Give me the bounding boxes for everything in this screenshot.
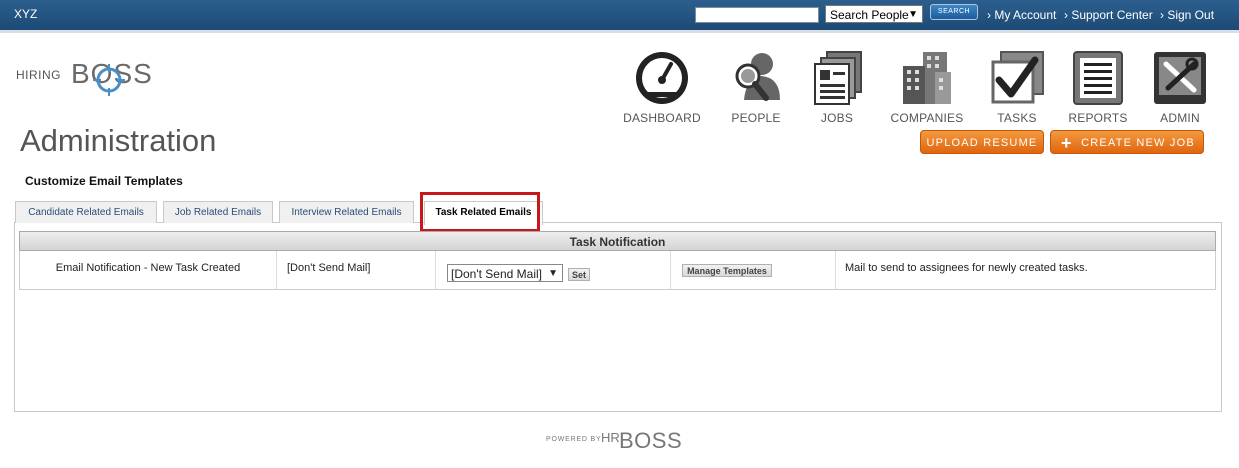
logo-target-icon: [93, 64, 125, 96]
nav-label: TASKS: [997, 111, 1037, 125]
search-scope-select[interactable]: Search People ▼: [825, 5, 923, 23]
search-input[interactable]: [695, 7, 819, 23]
search-scope-value: Search People: [830, 8, 909, 22]
dashboard-gauge-icon: [636, 52, 688, 104]
table-header: Task Notification: [19, 231, 1216, 251]
sign-out-link[interactable]: › Sign Out: [1160, 8, 1214, 22]
tasks-checkbox-icon: [991, 51, 1044, 104]
nav-jobs[interactable]: JOBS: [797, 50, 877, 125]
reports-document-icon: [1073, 51, 1123, 105]
footer-hr-text: HR: [601, 430, 620, 445]
tab-job-related-emails[interactable]: Job Related Emails: [163, 201, 273, 223]
powered-by-text: POWERED BY: [546, 436, 602, 443]
table-row: Email Notification - New Task Created [D…: [19, 251, 1216, 290]
nav-companies[interactable]: COMPANIES: [887, 50, 967, 125]
logo-hiring-text: HIRING: [16, 68, 61, 82]
footer-boss-text: BOSS: [619, 428, 683, 453]
template-select-value: [Don't Send Mail]: [451, 267, 543, 281]
template-select[interactable]: [Don't Send Mail] ▼: [447, 264, 563, 282]
nav-label: PEOPLE: [731, 111, 781, 125]
create-new-job-label: CREATE NEW JOB: [1081, 137, 1195, 149]
nav-dashboard[interactable]: DASHBOARD: [622, 50, 702, 125]
admin-tools-icon: [1154, 52, 1206, 104]
nav-label: ADMIN: [1160, 111, 1200, 125]
companies-buildings-icon: [903, 52, 951, 104]
search-button[interactable]: SEARCH: [930, 4, 978, 20]
nav-label: COMPANIES: [890, 111, 964, 125]
chevron-down-icon: ▼: [908, 9, 918, 20]
support-center-link[interactable]: › Support Center: [1064, 8, 1153, 22]
tab-candidate-related-emails[interactable]: Candidate Related Emails: [15, 201, 157, 223]
top-bar: XYZ Search People ▼ SEARCH › My Account …: [0, 0, 1239, 33]
chevron-down-icon: ▼: [548, 268, 558, 279]
upload-resume-button[interactable]: UPLOAD RESUME: [920, 130, 1044, 154]
nav-label: JOBS: [820, 111, 854, 125]
nav-label: REPORTS: [1068, 111, 1128, 125]
people-search-icon: [735, 53, 780, 101]
page-title: Administration: [20, 123, 217, 158]
section-title: Customize Email Templates: [25, 174, 183, 188]
nav-reports[interactable]: REPORTS: [1058, 50, 1138, 125]
nav-tasks[interactable]: TASKS: [977, 50, 1057, 125]
active-tab-highlight: [420, 192, 540, 232]
powered-by-hrboss-logo: POWERED BY HR BOSS: [546, 428, 696, 456]
nav-admin[interactable]: ADMIN: [1140, 50, 1220, 125]
my-account-link[interactable]: › My Account: [987, 8, 1056, 22]
set-button[interactable]: Set: [568, 268, 590, 281]
plus-icon: +: [1061, 133, 1072, 153]
jobs-files-icon: [814, 51, 862, 105]
tab-interview-related-emails[interactable]: Interview Related Emails: [279, 201, 414, 223]
notification-name: Email Notification - New Task Created: [20, 251, 277, 289]
create-new-job-button[interactable]: + CREATE NEW JOB: [1050, 130, 1204, 154]
company-name: XYZ: [14, 7, 38, 21]
hiringboss-logo[interactable]: HIRING BOSS: [16, 58, 176, 98]
notification-description: Mail to send to assignees for newly crea…: [845, 262, 1088, 274]
nav-people[interactable]: PEOPLE: [716, 50, 796, 125]
current-template: [Don't Send Mail]: [277, 251, 436, 289]
nav-label: DASHBOARD: [623, 111, 701, 125]
manage-templates-button[interactable]: Manage Templates: [682, 264, 772, 277]
